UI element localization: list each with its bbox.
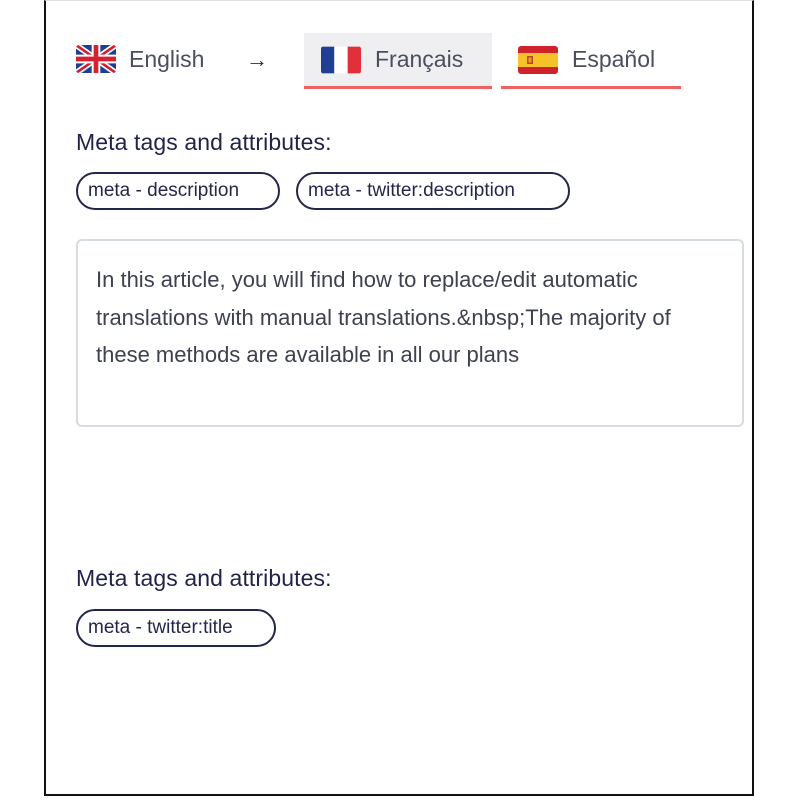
translation-panel: English → Français Español Meta tags and… <box>44 0 754 796</box>
section-title: Meta tags and attributes: <box>76 565 332 591</box>
arrow-right-icon: → <box>246 47 268 72</box>
tab-francais-label: Français <box>375 46 464 72</box>
source-language-label: English <box>129 45 205 72</box>
uk-flag-icon <box>76 45 116 73</box>
tag-chip[interactable]: meta - twitter:description <box>296 172 570 210</box>
france-flag-icon <box>321 46 361 74</box>
tab-espanol[interactable]: Español <box>501 33 681 89</box>
tab-espanol-label: Español <box>572 46 656 72</box>
tag-chip[interactable]: meta - description <box>76 172 280 210</box>
section-title: Meta tags and attributes: <box>76 129 332 155</box>
tab-francais[interactable]: Français <box>304 33 492 89</box>
translation-text-field[interactable]: In this article, you will find how to re… <box>76 239 744 427</box>
spain-flag-icon <box>518 45 558 74</box>
source-language: English <box>76 41 204 77</box>
tag-chip[interactable]: meta - twitter:title <box>76 609 276 647</box>
